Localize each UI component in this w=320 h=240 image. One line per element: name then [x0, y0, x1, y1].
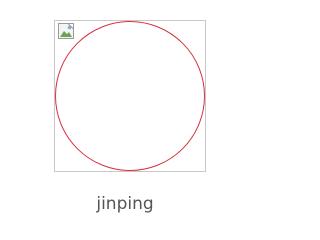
thumbnail-frame[interactable] — [54, 20, 206, 172]
broken-image-icon — [58, 23, 74, 39]
red-circle-outline — [55, 21, 205, 171]
thumbnail-caption[interactable]: jinping — [0, 193, 250, 215]
